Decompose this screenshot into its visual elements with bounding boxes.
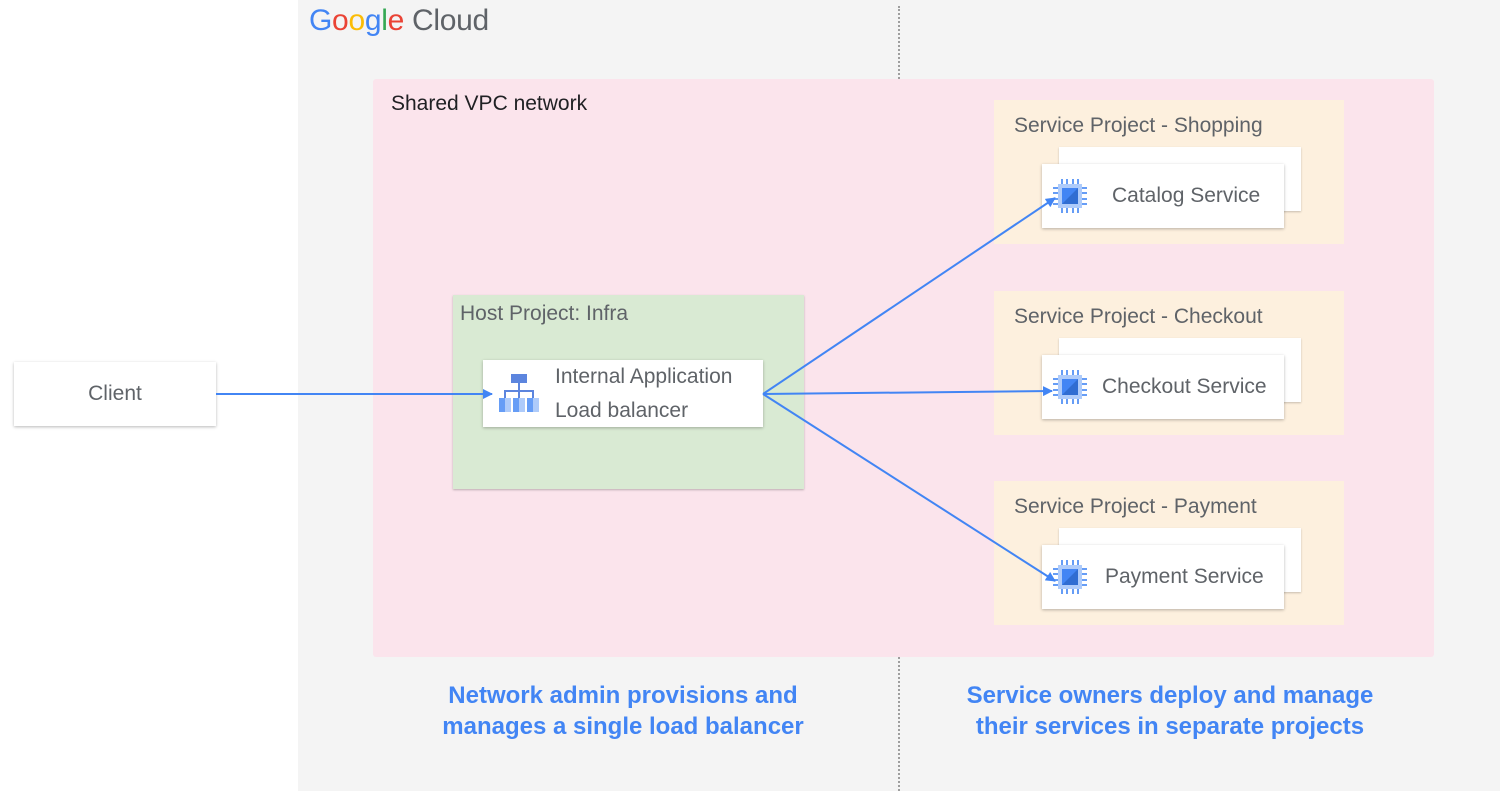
- network-admin-caption-line1: Network admin provisions and: [448, 682, 798, 709]
- service-owners-caption-line1: Service owners deploy and manage: [966, 682, 1374, 709]
- arrow-to-catalog-service: [762, 197, 1056, 395]
- network-admin-caption-line2: manages a single load balancer: [442, 713, 804, 740]
- arrow-to-payment-service: [762, 393, 1056, 582]
- network-admin-caption: Network admin provisions and manages a s…: [423, 680, 823, 742]
- service-owners-caption: Service owners deploy and manage their s…: [950, 680, 1390, 742]
- service-owners-caption-line2: their services in separate projects: [975, 713, 1365, 740]
- connection-arrows: [216, 197, 1056, 582]
- arrow-to-checkout-service: [762, 386, 1053, 397]
